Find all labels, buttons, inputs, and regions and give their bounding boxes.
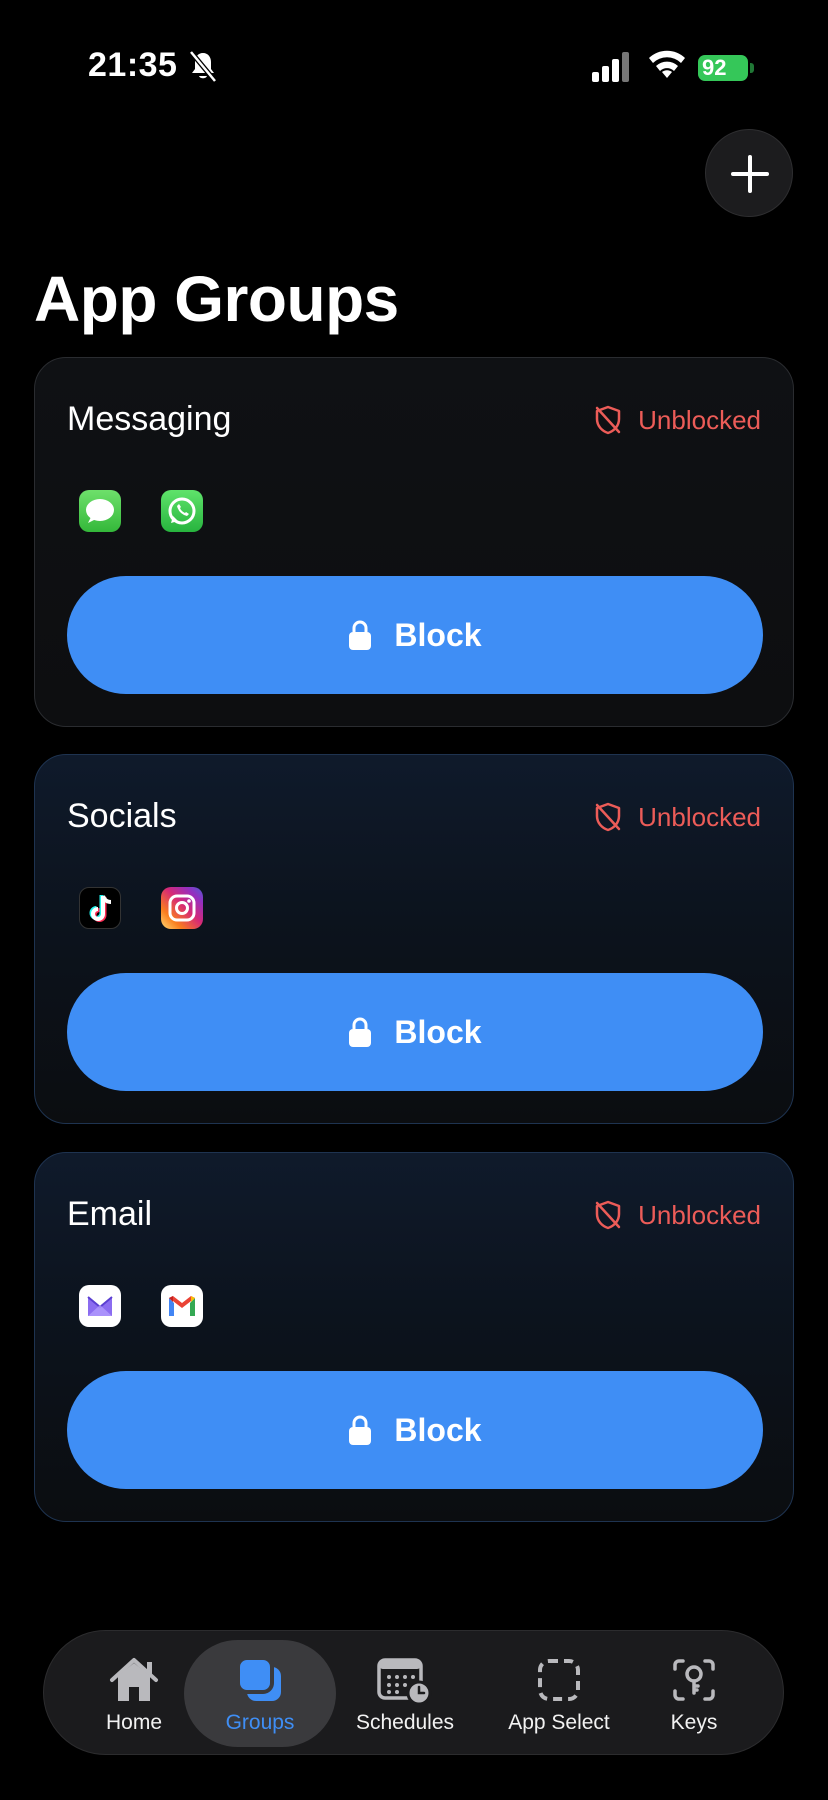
group-title: Messaging: [67, 400, 232, 438]
battery-level: 92: [698, 55, 748, 81]
square-stack-icon: [236, 1656, 281, 1701]
bell-slash-icon: [189, 50, 217, 83]
status-label: Unblocked: [638, 404, 761, 435]
battery-icon: 92: [698, 55, 756, 81]
block-button-label: Block: [394, 616, 482, 653]
group-title: Email: [67, 1195, 153, 1233]
lock-icon: [349, 620, 372, 650]
tab-bar: Home Groups Schedules App Select Keys: [43, 1630, 784, 1755]
key-icon: [673, 1659, 715, 1701]
tab-label: Home: [105, 1711, 163, 1734]
tab-schedules[interactable]: Schedules: [344, 1631, 466, 1756]
app-icon-list: [79, 887, 203, 929]
tab-label: App Select: [508, 1711, 610, 1734]
dashed-square-icon: [538, 1659, 580, 1701]
block-button[interactable]: Block: [67, 1371, 763, 1489]
status-badge: Unblocked: [594, 799, 761, 835]
tab-label: Schedules: [355, 1711, 455, 1734]
tab-home[interactable]: Home: [84, 1631, 184, 1756]
tiktok-app-icon: [79, 887, 121, 929]
tab-groups[interactable]: Groups: [192, 1631, 328, 1756]
wifi-icon: [649, 50, 685, 78]
tab-label: Keys: [670, 1711, 718, 1734]
block-button[interactable]: Block: [67, 973, 763, 1091]
shield-slash-icon: [595, 1200, 621, 1230]
tab-keys[interactable]: Keys: [654, 1631, 734, 1756]
app-icon-list: [79, 1285, 203, 1327]
status-badge: Unblocked: [594, 402, 761, 438]
lock-icon: [349, 1017, 372, 1047]
status-time: 21:35: [88, 46, 178, 84]
messages-app-icon: [79, 490, 121, 532]
instagram-app-icon: [161, 887, 203, 929]
status-bar: 21:35 92: [0, 0, 828, 130]
tab-label: Groups: [225, 1711, 295, 1734]
house-icon: [110, 1658, 158, 1701]
calendar-clock-icon: [377, 1658, 432, 1705]
status-label: Unblocked: [638, 1199, 761, 1230]
group-card-messaging[interactable]: Messaging Unblocked Block: [34, 357, 794, 727]
add-group-button[interactable]: [705, 129, 793, 217]
status-badge: Unblocked: [594, 1197, 761, 1233]
block-button-label: Block: [394, 1411, 482, 1448]
whatsapp-app-icon: [161, 490, 203, 532]
group-card-email[interactable]: Email Unblocked Block: [34, 1152, 794, 1522]
page-title: App Groups: [34, 263, 399, 335]
block-button-label: Block: [394, 1013, 482, 1050]
lock-icon: [349, 1415, 372, 1445]
group-title: Socials: [67, 797, 177, 835]
proton-mail-app-icon: [79, 1285, 121, 1327]
gmail-app-icon: [161, 1285, 203, 1327]
group-card-socials[interactable]: Socials Unblocked Block: [34, 754, 794, 1124]
signal-icon: [592, 52, 629, 82]
status-label: Unblocked: [638, 801, 761, 832]
app-icon-list: [79, 490, 203, 532]
plus-icon: [731, 155, 769, 193]
shield-slash-icon: [595, 802, 621, 832]
block-button[interactable]: Block: [67, 576, 763, 694]
tab-app-select[interactable]: App Select: [491, 1631, 627, 1756]
shield-slash-icon: [595, 405, 621, 435]
